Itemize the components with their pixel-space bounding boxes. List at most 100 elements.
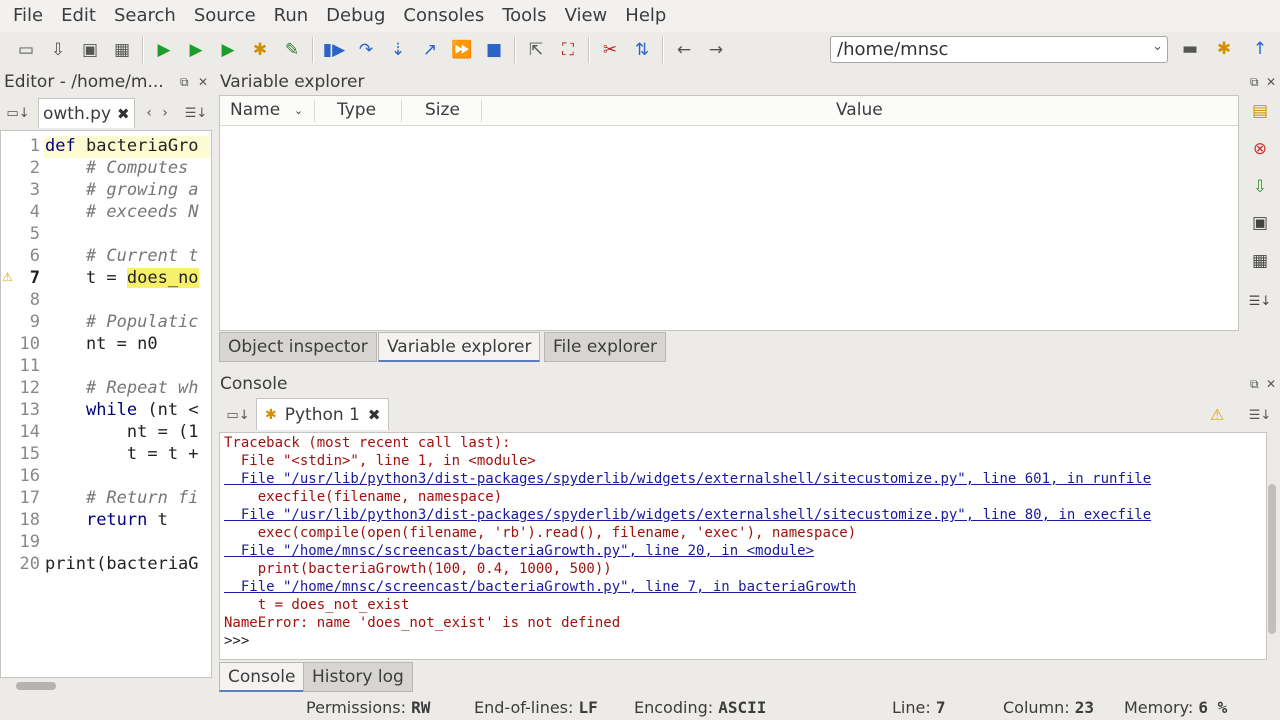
column-name[interactable]: Name [230, 100, 280, 120]
tab-variable-explorer[interactable]: Variable explorer [378, 332, 541, 362]
debug-continue-icon[interactable]: ▮▶ [318, 35, 350, 65]
close-icon[interactable]: ✖ [117, 105, 130, 123]
line-number: 3 [29, 180, 40, 200]
code-line: print(bacteriaG [45, 554, 199, 574]
reset-namespace-icon[interactable]: ⊗ [1247, 136, 1273, 162]
tab-options-icon[interactable]: ▭↓ [2, 98, 34, 128]
status-permissions: Permissions: RW [306, 698, 431, 717]
line-number: 4 [29, 202, 40, 222]
step-over-icon[interactable]: ↷ [350, 35, 382, 65]
debug-icon[interactable]: ✱ [244, 35, 276, 65]
column-value[interactable]: Value [836, 100, 883, 120]
menu-run[interactable]: Run [265, 0, 318, 32]
open-file-icon[interactable]: ⇩ [42, 35, 74, 65]
scroll-thumb[interactable] [1268, 484, 1276, 634]
toolbar-separator [312, 37, 314, 63]
step-return-icon[interactable]: ↗ [414, 35, 446, 65]
forward-arrow-icon[interactable]: → [700, 35, 732, 65]
variable-table[interactable]: Name ⌄ Type Size Value [219, 95, 1239, 331]
close-icon[interactable]: ✕ [1266, 75, 1276, 89]
options-menu-icon[interactable]: ☰↓ [1244, 400, 1276, 430]
back-arrow-icon[interactable]: ← [668, 35, 700, 65]
console-line[interactable]: File "/usr/lib/python3/dist-packages/spy… [224, 471, 1151, 487]
python-path-icon[interactable]: ⇅ [626, 35, 658, 65]
code-line: t = does_no [45, 268, 199, 288]
debug-step-icon[interactable]: ✎ [276, 35, 308, 65]
tab-history-log[interactable]: History log [303, 662, 413, 692]
tab-scroll-right-icon[interactable]: › [158, 98, 172, 128]
run-icon[interactable]: ▶ [148, 35, 180, 65]
tab-options-icon[interactable]: ▭↓ [222, 400, 254, 430]
import-data-icon[interactable]: ⇩ [1247, 174, 1273, 200]
console-output[interactable]: Traceback (most recent call last): File … [219, 432, 1267, 660]
status-bar: Permissions: RW End-of-lines: LF Encodin… [0, 696, 1280, 720]
stop-icon[interactable]: ■ [478, 35, 510, 65]
editor-tab[interactable]: owth.py ✖ [38, 98, 135, 128]
menu-search[interactable]: Search [105, 0, 185, 32]
column-type[interactable]: Type [337, 100, 376, 120]
menu-file[interactable]: File [4, 0, 52, 32]
table-header: Name ⌄ Type Size Value [220, 96, 1238, 126]
console-scrollbar[interactable] [1268, 432, 1278, 660]
undock-icon[interactable]: ⧉ [1250, 75, 1259, 90]
menu-consoles[interactable]: Consoles [394, 0, 493, 32]
status-line: Line: 7 [892, 698, 946, 717]
save-data-as-icon[interactable]: ▦ [1247, 248, 1273, 274]
menu-debug[interactable]: Debug [317, 0, 394, 32]
save-icon[interactable]: ▣ [74, 35, 106, 65]
python-icon[interactable]: ✱ [1208, 34, 1240, 64]
code-line: nt = n0 [45, 334, 158, 354]
working-directory-combo[interactable]: /home/mnsc ⌄ [830, 36, 1168, 63]
options-menu-icon[interactable]: ☰↓ [180, 98, 212, 128]
close-icon[interactable]: ✖ [368, 406, 381, 424]
tab-file-explorer[interactable]: File explorer [544, 332, 667, 362]
options-menu-icon[interactable]: ☰↓ [1247, 288, 1273, 314]
editor-tab-label: owth.py [43, 103, 111, 124]
variable-explorer-title: Variable explorer [220, 72, 365, 92]
code-line: # exceeds N [45, 202, 199, 222]
undock-icon[interactable]: ⧉ [180, 75, 189, 90]
menu-edit[interactable]: Edit [52, 0, 105, 32]
line-number: 8 [29, 290, 40, 310]
chevron-down-icon[interactable]: ⌄ [1152, 39, 1163, 54]
console-line[interactable]: File "/usr/lib/python3/dist-packages/spy… [224, 507, 1151, 523]
menu-view[interactable]: View [556, 0, 617, 32]
console-title: Console [220, 374, 288, 394]
tab-scroll-left-icon[interactable]: ‹ [142, 98, 156, 128]
line-number: 6 [29, 246, 40, 266]
save-data-icon[interactable]: ▣ [1247, 210, 1273, 236]
close-icon[interactable]: ✕ [198, 75, 208, 89]
step-into-icon[interactable]: ⇣ [382, 35, 414, 65]
tools-icon[interactable]: ✂ [594, 35, 626, 65]
undock-icon[interactable]: ⧉ [1250, 377, 1259, 392]
folder-icon[interactable]: ▬ [1174, 34, 1206, 64]
console-tab-python-1[interactable]: ✱ Python 1 ✖ [256, 398, 390, 430]
console-line[interactable]: File "/home/mnsc/screencast/bacteriaGrow… [224, 579, 856, 595]
maximize-icon[interactable]: ⇱ [520, 35, 552, 65]
line-number: 9 [29, 312, 40, 332]
column-size[interactable]: Size [425, 100, 460, 120]
line-number: 2 [29, 158, 40, 178]
menu-tools[interactable]: Tools [493, 0, 555, 32]
menu-source[interactable]: Source [185, 0, 265, 32]
tab-console[interactable]: Console [219, 662, 305, 692]
save-all-icon[interactable]: ▦ [106, 35, 138, 65]
console-line[interactable]: File "/home/mnsc/screencast/bacteriaGrow… [224, 543, 814, 559]
close-icon[interactable]: ✕ [1266, 377, 1276, 391]
editor-horizontal-scrollbar[interactable] [4, 682, 210, 690]
scroll-thumb[interactable] [16, 682, 56, 690]
fullscreen-icon[interactable]: ⛶ [552, 35, 584, 65]
run-file-icon[interactable]: ▶ [180, 35, 212, 65]
warning-icon[interactable]: ⚠ [1210, 405, 1224, 424]
toolbar-separator [142, 37, 144, 63]
tab-object-inspector[interactable]: Object inspector [219, 332, 377, 362]
menu-bar: File Edit Search Source Run Debug Consol… [0, 0, 1280, 32]
menu-help[interactable]: Help [616, 0, 675, 32]
run-selection-icon[interactable]: ▶ [212, 35, 244, 65]
up-arrow-icon[interactable]: ↑ [1244, 34, 1276, 64]
continue-icon[interactable]: ⏩ [446, 35, 478, 65]
new-file-icon[interactable]: ▭ [10, 35, 42, 65]
python-console-icon[interactable]: ▤ [1247, 98, 1273, 124]
working-directory-value: /home/mnsc [837, 39, 949, 60]
column-divider [481, 100, 482, 122]
